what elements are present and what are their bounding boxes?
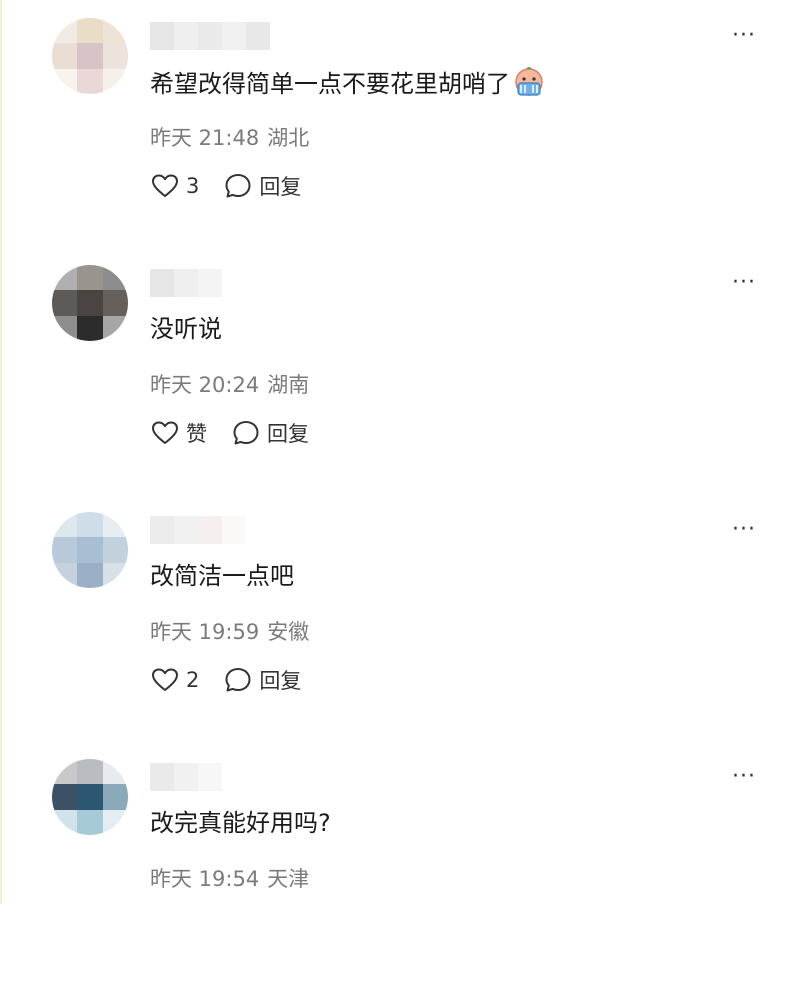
avatar[interactable] (52, 759, 128, 835)
comment-text-content: 希望改得简单一点不要花里胡哨了 (150, 70, 510, 98)
like-button[interactable]: 赞 (152, 418, 207, 448)
comment-meta: 昨天 19:59 安徽 (150, 618, 309, 646)
like-count: 3 (186, 174, 199, 198)
comment-meta: 昨天 19:54 天津 (150, 865, 309, 893)
comment-text: 改简洁一点吧 (150, 558, 294, 594)
reply-button[interactable]: 回复 (225, 665, 301, 695)
comment-text: 没听说 (150, 311, 222, 347)
like-count: 赞 (186, 418, 207, 448)
comment-time: 昨天 20:24 (150, 373, 259, 397)
heart-icon (152, 174, 178, 198)
reply-button[interactable]: 回复 (225, 171, 301, 201)
comment-time: 昨天 21:48 (150, 126, 259, 150)
username[interactable] (150, 763, 222, 791)
reply-label: 回复 (259, 665, 301, 695)
avatar[interactable] (52, 512, 128, 588)
comment-location: 湖南 (267, 373, 309, 397)
avatar[interactable] (52, 18, 128, 94)
avatar[interactable] (52, 265, 128, 341)
more-options-button[interactable]: ··· (732, 763, 756, 791)
comment-actions: 3 回复 (152, 168, 327, 204)
heart-icon (152, 421, 178, 445)
heart-icon (152, 668, 178, 692)
like-button[interactable]: 3 (152, 174, 199, 198)
more-options-button[interactable]: ··· (732, 22, 756, 50)
like-count: 2 (186, 668, 199, 692)
comment-text-content: 改完真能好用吗? (150, 809, 331, 837)
more-options-button[interactable]: ··· (732, 516, 756, 544)
reply-label: 回复 (267, 418, 309, 448)
reply-label: 回复 (259, 171, 301, 201)
comment-bubble-icon (233, 420, 259, 446)
comment-item: ··· 希望改得简单一点不要花里胡哨了昨天 21:48 湖北 3 回复 (0, 0, 786, 247)
crying-face-emoji-icon (512, 64, 546, 98)
like-button[interactable]: 2 (152, 668, 199, 692)
comment-text-content: 没听说 (150, 315, 222, 343)
comment-time: 昨天 19:54 (150, 867, 259, 891)
comment-text: 希望改得简单一点不要花里胡哨了 (150, 64, 546, 102)
username[interactable] (150, 516, 246, 544)
comment-actions: 赞 回复 (152, 415, 335, 451)
comment-bubble-icon (225, 667, 251, 693)
reply-button[interactable]: 回复 (233, 418, 309, 448)
comment-item: ··· 没听说昨天 20:24 湖南赞 回复 (0, 247, 786, 494)
comment-location: 天津 (267, 867, 309, 891)
comment-bubble-icon (225, 173, 251, 199)
comment-meta: 昨天 20:24 湖南 (150, 371, 309, 399)
comment-time: 昨天 19:59 (150, 620, 259, 644)
username[interactable] (150, 22, 270, 50)
comment-text: 改完真能好用吗? (150, 805, 331, 841)
comment-location: 安徽 (267, 620, 309, 644)
comment-text-content: 改简洁一点吧 (150, 562, 294, 590)
more-options-button[interactable]: ··· (732, 269, 756, 297)
comment-item: ··· 改简洁一点吧昨天 19:59 安徽 2 回复 (0, 494, 786, 741)
comment-item: ··· 改完真能好用吗? 昨天 19:54 天津 (0, 741, 786, 988)
username[interactable] (150, 269, 222, 297)
comment-location: 湖北 (267, 126, 309, 150)
comment-actions: 2 回复 (152, 662, 327, 698)
comment-meta: 昨天 21:48 湖北 (150, 124, 309, 152)
